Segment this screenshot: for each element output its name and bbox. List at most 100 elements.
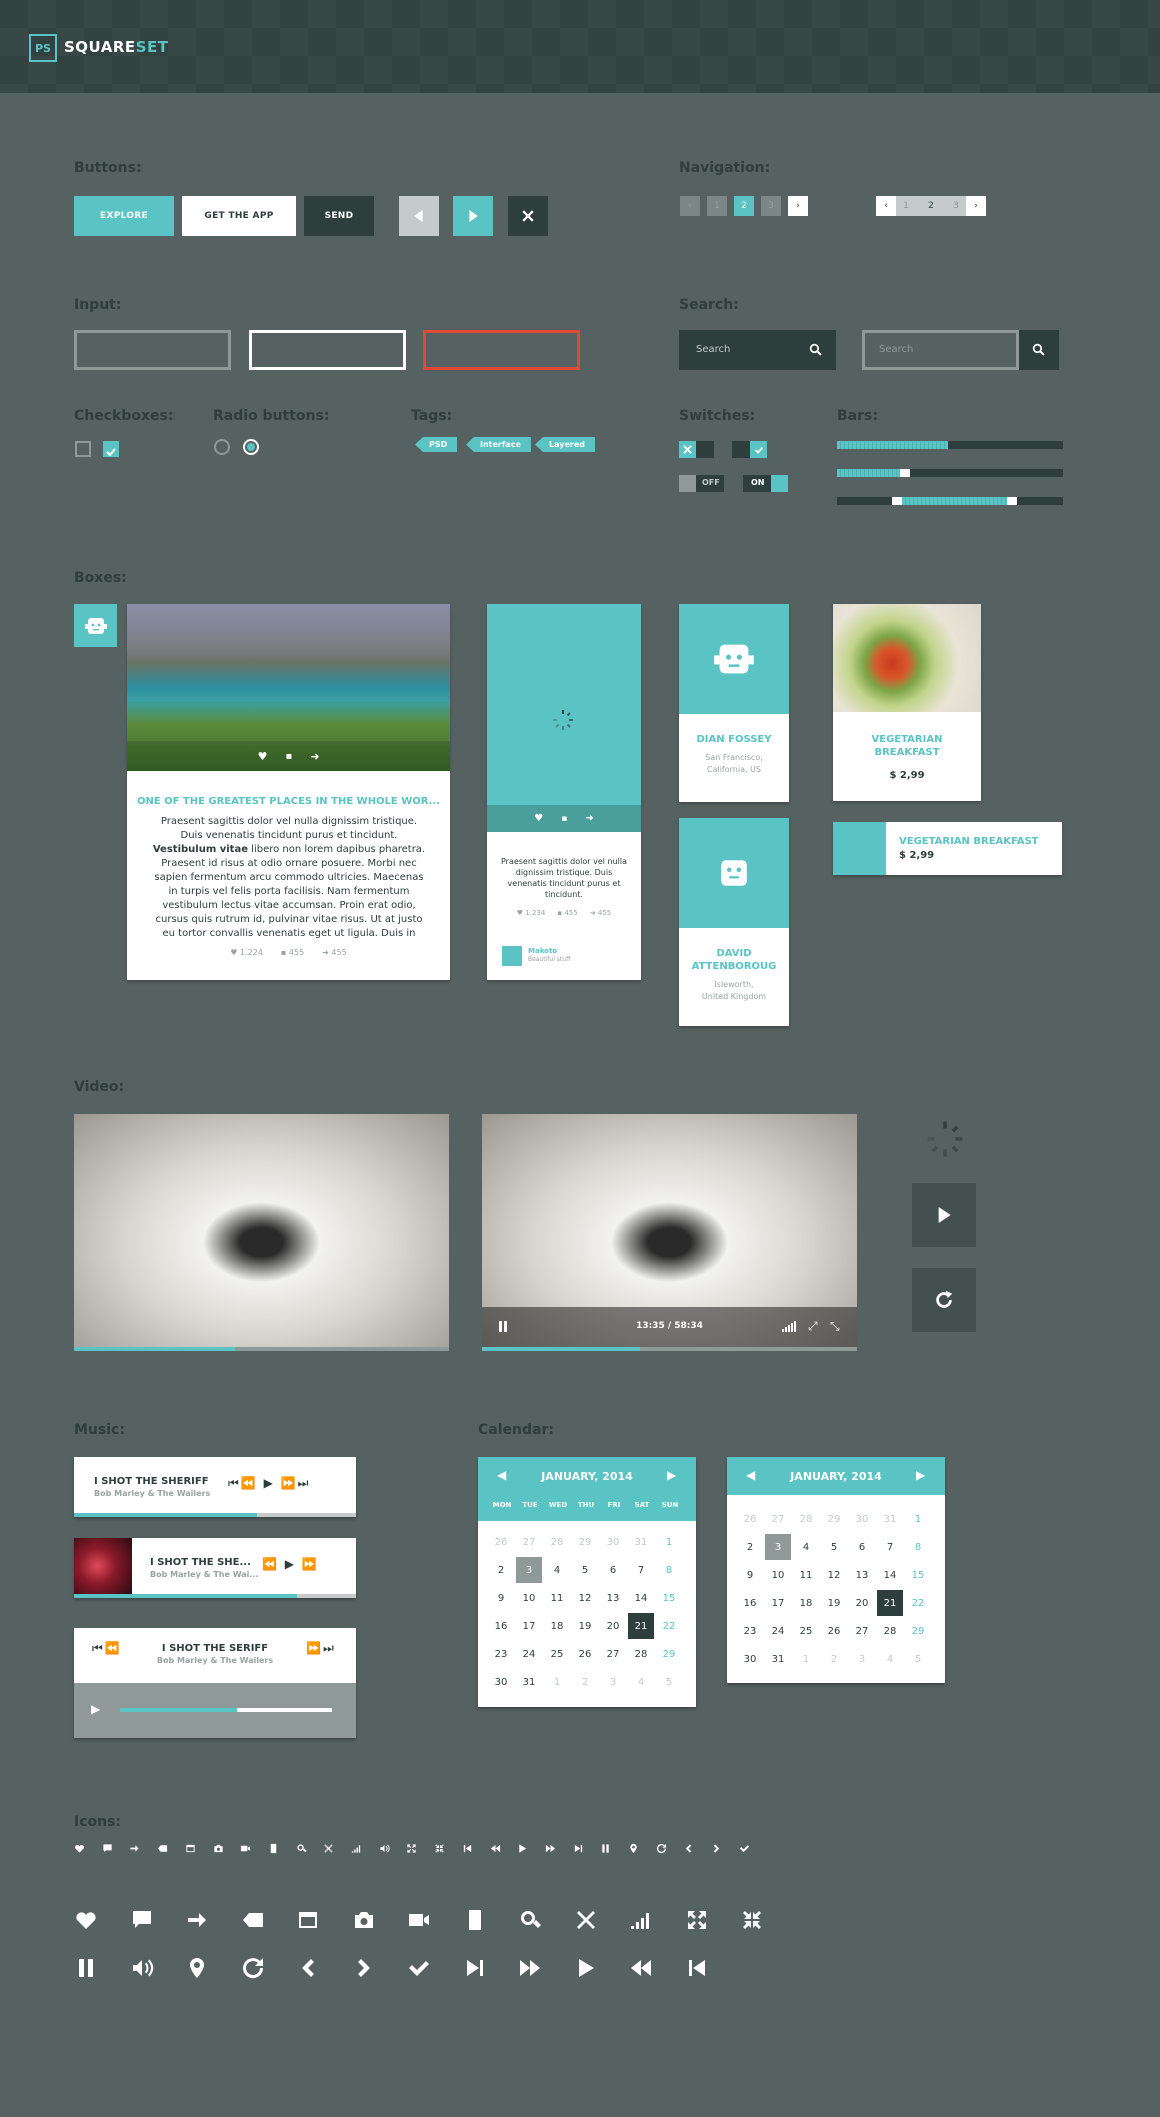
food-title-2[interactable]: BREAKFAST: [833, 747, 981, 758]
calendar-day[interactable]: 11: [793, 1562, 819, 1588]
pager-prev-icon[interactable]: ‹: [876, 196, 896, 216]
likes-stat[interactable]: ♥ 1.224: [230, 948, 263, 957]
pager-page[interactable]: 1: [896, 196, 916, 216]
tag-layered[interactable]: Layered: [535, 437, 595, 452]
send-button[interactable]: SEND: [304, 196, 374, 236]
video-player-1[interactable]: [74, 1114, 449, 1347]
play-icon[interactable]: ▶: [285, 1557, 296, 1571]
author-name[interactable]: Makoto: [528, 947, 557, 955]
prev-button[interactable]: [399, 196, 439, 236]
calendar-day[interactable]: 24: [765, 1618, 791, 1644]
checkbox-checked[interactable]: [103, 441, 119, 457]
calendar-day[interactable]: 9: [488, 1585, 514, 1611]
play-icon[interactable]: ▶: [91, 1702, 100, 1716]
calendar-day[interactable]: 14: [877, 1562, 903, 1588]
close-button[interactable]: [508, 196, 548, 236]
calendar-day[interactable]: 4: [628, 1669, 654, 1695]
calendar-day[interactable]: 27: [849, 1618, 875, 1644]
calendar-day[interactable]: 3: [516, 1557, 542, 1583]
calendar-day[interactable]: 1: [544, 1669, 570, 1695]
calendar-day[interactable]: 30: [849, 1506, 875, 1532]
video-play-button[interactable]: [912, 1183, 976, 1247]
calendar-day[interactable]: 8: [905, 1534, 931, 1560]
calendar-day[interactable]: 5: [572, 1557, 598, 1583]
calendar-day[interactable]: 22: [905, 1590, 931, 1616]
calendar-day[interactable]: 16: [737, 1590, 763, 1616]
checkbox-unchecked[interactable]: [75, 441, 91, 457]
calendar-day[interactable]: 27: [600, 1641, 626, 1667]
calendar-day[interactable]: 1: [905, 1506, 931, 1532]
calendar-day[interactable]: 19: [572, 1613, 598, 1639]
calendar-day[interactable]: 28: [877, 1618, 903, 1644]
rewind-icon[interactable]: ⏪: [262, 1557, 279, 1571]
text-input-focus[interactable]: [249, 330, 406, 370]
share-icon[interactable]: ➜: [310, 750, 319, 763]
food-title-1[interactable]: VEGETARIAN: [833, 734, 981, 745]
calendar-day[interactable]: 3: [849, 1646, 875, 1672]
calendar-day[interactable]: 14: [628, 1585, 654, 1611]
calendar-day[interactable]: 3: [600, 1669, 626, 1695]
pager-page[interactable]: 3: [761, 196, 781, 216]
calendar-day[interactable]: 20: [600, 1613, 626, 1639]
calendar-day[interactable]: 11: [544, 1585, 570, 1611]
profile-name[interactable]: DIAN FOSSEY: [679, 734, 789, 745]
play-icon[interactable]: ▶: [264, 1476, 275, 1490]
calendar-day[interactable]: 26: [737, 1506, 763, 1532]
switch-check-on[interactable]: [732, 441, 767, 458]
profile-card-2[interactable]: DAVID ATTENBOROUG Isleworth, United King…: [679, 818, 789, 1026]
calendar-day[interactable]: 30: [600, 1529, 626, 1555]
calendar-day[interactable]: 17: [765, 1590, 791, 1616]
comment-icon[interactable]: ▪: [285, 751, 292, 762]
signal-bars-icon[interactable]: [782, 1321, 796, 1332]
pager-page[interactable]: 1: [707, 196, 727, 216]
search-input-outline[interactable]: Search: [862, 330, 1019, 370]
food-card-wide[interactable]: VEGETARIAN BREAKFAST $ 2,99: [833, 822, 1062, 875]
calendar-day[interactable]: 1: [656, 1529, 682, 1555]
switch-on[interactable]: ON: [743, 475, 788, 492]
radio-unchecked[interactable]: [214, 439, 230, 455]
comments-stat[interactable]: ▪ 455: [557, 909, 577, 917]
calendar-day[interactable]: 25: [544, 1641, 570, 1667]
likes-stat[interactable]: ♥ 1.234: [517, 909, 546, 917]
article-card[interactable]: ♥ ▪ ➜ ONE OF THE GREATEST PLACES IN THE …: [127, 604, 450, 980]
music-player-2[interactable]: I SHOT THE SHE... Bob Marley & The Wai..…: [74, 1538, 356, 1598]
text-input-error[interactable]: [423, 330, 580, 370]
video-replay-button[interactable]: [912, 1268, 976, 1332]
switch-off[interactable]: OFF: [679, 475, 724, 492]
calendar-day[interactable]: 4: [877, 1646, 903, 1672]
calendar-day[interactable]: 5: [656, 1669, 682, 1695]
rewind-icon[interactable]: ⏪: [241, 1476, 258, 1490]
calendar-day[interactable]: 23: [737, 1618, 763, 1644]
calendar-day[interactable]: 23: [488, 1641, 514, 1667]
heart-icon[interactable]: ♥: [258, 750, 268, 763]
profile-name-1[interactable]: DAVID: [679, 948, 789, 959]
calendar-day[interactable]: 25: [793, 1618, 819, 1644]
shares-stat[interactable]: ➜ 455: [322, 948, 347, 957]
calendar-day[interactable]: 6: [849, 1534, 875, 1560]
calendar-day[interactable]: 5: [905, 1646, 931, 1672]
tag-interface[interactable]: Interface: [466, 437, 531, 452]
article-title[interactable]: ONE OF THE GREATEST PLACES IN THE WHOLE …: [127, 796, 450, 807]
calendar-day[interactable]: 26: [821, 1618, 847, 1644]
author-avatar[interactable]: [502, 946, 522, 966]
calendar-day[interactable]: 27: [765, 1506, 791, 1532]
get-the-app-button[interactable]: GET THE APP: [182, 196, 296, 236]
profile-name-2[interactable]: ATTENBOROUG: [679, 961, 789, 972]
calendar-next-icon[interactable]: ▶: [667, 1468, 676, 1482]
track-progress[interactable]: [74, 1594, 356, 1598]
range-bar-handle-right[interactable]: [1006, 497, 1017, 505]
calendar-day[interactable]: 12: [821, 1562, 847, 1588]
video-progress-2[interactable]: [482, 1347, 857, 1351]
skip-forward-icon[interactable]: ⏭: [298, 1476, 311, 1490]
track-progress[interactable]: [120, 1708, 332, 1712]
calendar-day[interactable]: 24: [516, 1641, 542, 1667]
calendar-day[interactable]: 17: [516, 1613, 542, 1639]
calendar-day[interactable]: 2: [572, 1669, 598, 1695]
calendar-day[interactable]: 31: [877, 1506, 903, 1532]
next-button[interactable]: [453, 196, 493, 236]
calendar-day[interactable]: 18: [793, 1590, 819, 1616]
calendar-day[interactable]: 4: [544, 1557, 570, 1583]
calendar-day[interactable]: 27: [516, 1529, 542, 1555]
pager-prev-icon[interactable]: ‹: [680, 196, 700, 216]
calendar-day[interactable]: 19: [821, 1590, 847, 1616]
